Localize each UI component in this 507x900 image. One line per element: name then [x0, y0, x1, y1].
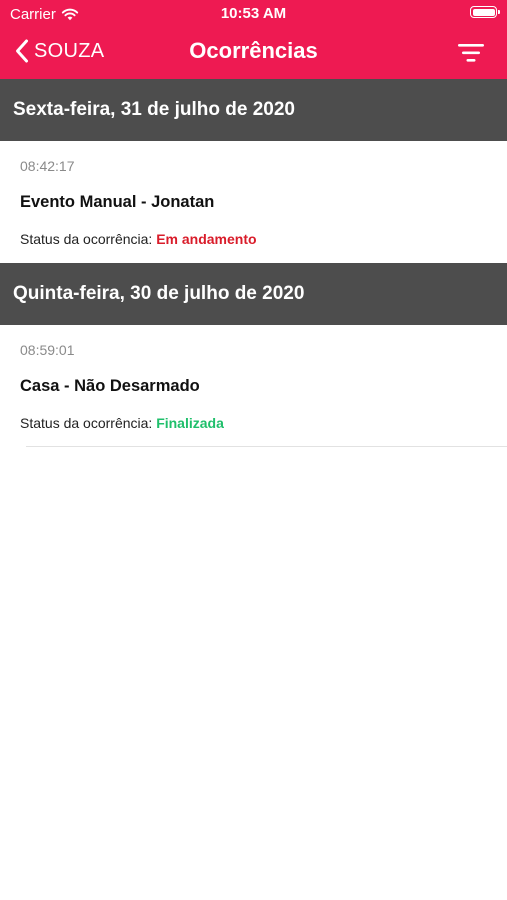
status-bar: Carrier 10:53 AM [0, 0, 507, 28]
occurrence-time: 08:59:01 [20, 342, 75, 358]
occurrence-title: Evento Manual - Jonatan [20, 193, 215, 211]
filter-icon [458, 44, 484, 62]
battery-icon [470, 6, 500, 18]
back-button[interactable]: SOUZA [14, 38, 104, 64]
occurrence-list: Sexta-feira, 31 de julho de 2020 08:42:1… [0, 79, 507, 447]
occurrence-status: Status da ocorrência: Finalizada [20, 415, 224, 431]
occurrence-item[interactable]: 08:42:17 Evento Manual - Jonatan Status … [0, 141, 507, 263]
status-label: Status da ocorrência: [20, 231, 157, 247]
status-value-in-progress: Em andamento [156, 231, 257, 247]
status-time: 10:53 AM [220, 5, 287, 22]
chevron-left-icon [16, 39, 28, 63]
occurrence-item[interactable]: 08:59:01 Casa - Não Desarmado Status da … [0, 325, 507, 447]
row-divider [26, 446, 507, 447]
back-button-label: SOUZA [34, 39, 105, 62]
filter-button[interactable] [457, 40, 485, 66]
occurrence-title: Casa - Não Desarmado [20, 377, 200, 395]
status-value-finished: Finalizada [156, 415, 224, 431]
section-header: Sexta-feira, 31 de julho de 2020 [0, 79, 507, 141]
status-label: Status da ocorrência: [20, 415, 157, 431]
header-bar: Carrier 10:53 AM SOUZA Ocorrências [0, 0, 507, 79]
navigation-bar: SOUZA Ocorrências [0, 28, 507, 79]
occurrence-status: Status da ocorrência: Em andamento [20, 231, 257, 247]
occurrence-time: 08:42:17 [20, 158, 75, 174]
section-header: Quinta-feira, 30 de julho de 2020 [0, 263, 507, 325]
